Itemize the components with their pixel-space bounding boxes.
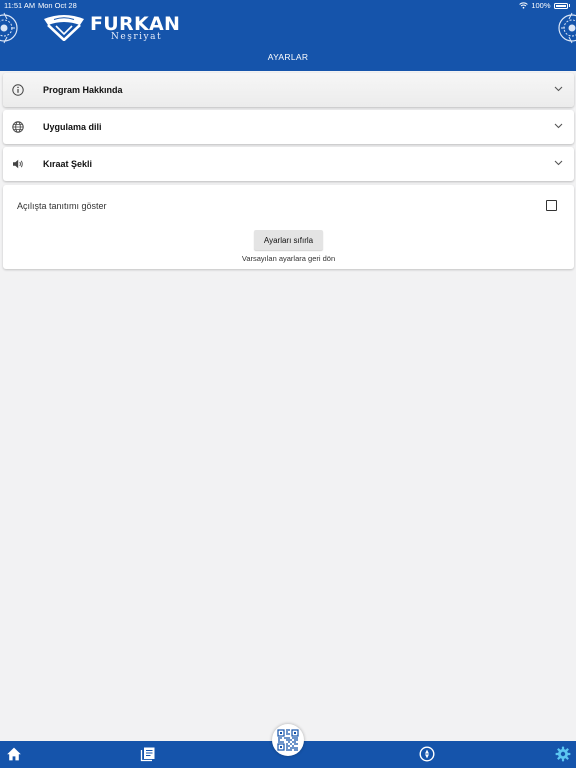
wifi-icon bbox=[519, 2, 529, 9]
book-stand-logo-icon bbox=[44, 15, 84, 41]
logo-subtitle: Neşriyat bbox=[111, 32, 163, 42]
battery-tip bbox=[568, 4, 570, 7]
qr-scan-button[interactable] bbox=[272, 724, 304, 756]
compass-icon[interactable] bbox=[419, 746, 435, 762]
section-recitation[interactable]: Kıraat Şekli bbox=[3, 147, 574, 181]
section-label: Kıraat Şekli bbox=[43, 159, 93, 169]
speaker-icon bbox=[13, 159, 23, 169]
section-label: Uygulama dili bbox=[43, 122, 102, 132]
brand-logo: FURKAN Neşriyat bbox=[42, 13, 210, 43]
qr-code-icon bbox=[277, 729, 299, 751]
chevron-down-icon[interactable] bbox=[554, 86, 563, 92]
app-header: 11:51 AM Mon Oct 28 100% FURKAN Neşriyat… bbox=[0, 0, 576, 71]
reset-hint: Varsayılan ayarlara geri dön bbox=[241, 254, 336, 263]
chevron-down-icon[interactable] bbox=[554, 123, 563, 129]
battery-percent: 100% bbox=[531, 1, 551, 10]
book-icon[interactable] bbox=[140, 746, 156, 762]
reset-settings-button[interactable]: Ayarları sıfırla bbox=[254, 230, 323, 250]
status-time: 11:51 AM bbox=[4, 1, 36, 10]
globe-icon bbox=[12, 121, 24, 133]
ornament-right-icon bbox=[558, 12, 576, 44]
home-icon[interactable] bbox=[6, 746, 22, 762]
intro-checkbox[interactable] bbox=[546, 200, 557, 211]
logo-text: FURKAN Neşriyat bbox=[90, 13, 210, 43]
intro-label: Açılışta tanıtımı göster bbox=[17, 201, 107, 211]
gear-icon[interactable] bbox=[555, 746, 571, 762]
section-app-language[interactable]: Uygulama dili bbox=[3, 110, 574, 144]
chevron-down-icon[interactable] bbox=[554, 160, 563, 166]
section-label: Program Hakkında bbox=[43, 85, 123, 95]
ornament-left-icon bbox=[0, 12, 18, 44]
status-indicators: 100% bbox=[519, 1, 570, 10]
section-program-info[interactable]: Program Hakkında bbox=[3, 73, 574, 107]
status-date: Mon Oct 28 bbox=[38, 1, 77, 10]
page-title: AYARLAR bbox=[267, 52, 309, 62]
settings-card: Açılışta tanıtımı göster Ayarları sıfırl… bbox=[3, 185, 574, 269]
status-bar: 11:51 AM Mon Oct 28 100% bbox=[0, 0, 576, 11]
info-icon bbox=[12, 84, 24, 96]
battery-icon bbox=[553, 2, 568, 9]
